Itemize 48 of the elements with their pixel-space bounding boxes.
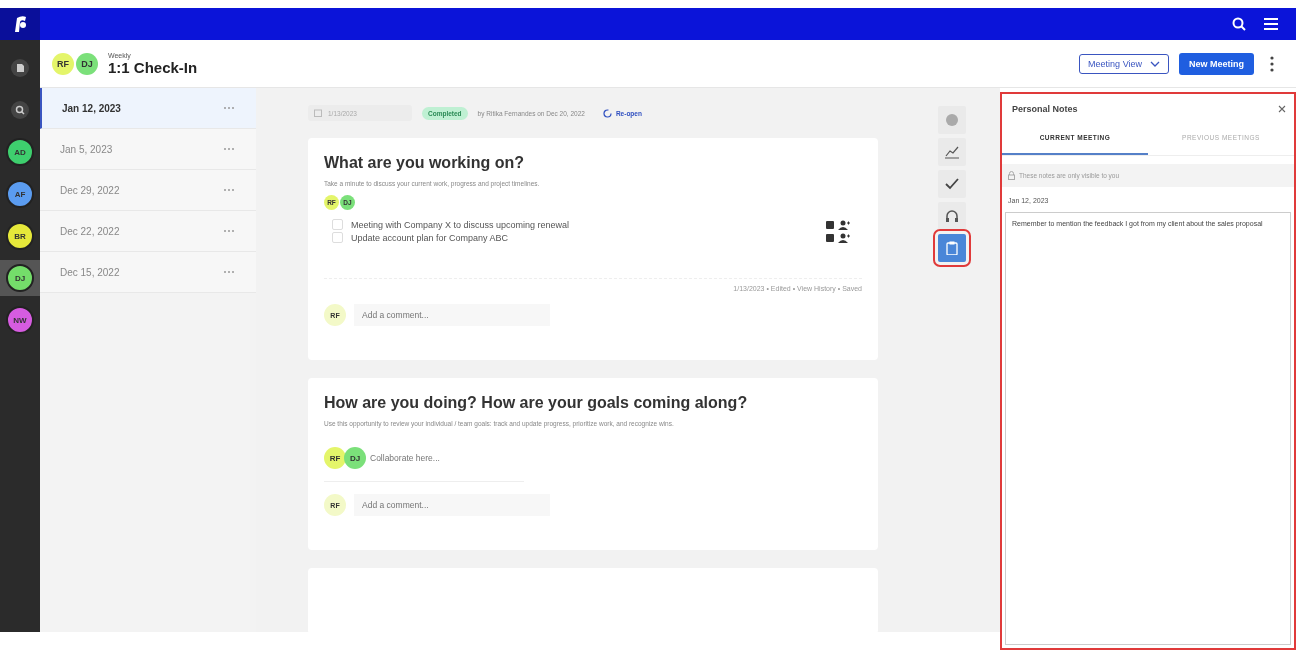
assign-user-icon[interactable] (838, 219, 850, 230)
avatar[interactable]: BR (6, 222, 34, 250)
avatar: RF (324, 447, 346, 469)
checkbox[interactable] (332, 232, 343, 243)
avatar: RF (52, 52, 74, 75)
task-text: Meeting with Company X to discuss upcoming renewal (351, 219, 571, 230)
document-icon[interactable] (11, 59, 29, 77)
avatar[interactable]: NW (6, 306, 34, 334)
checkbox[interactable] (332, 219, 343, 230)
meeting-title: 1:1 Check-In (108, 58, 198, 76)
meeting-date-item[interactable]: Jan 12, 2023 (40, 88, 256, 129)
search-icon[interactable] (1232, 17, 1246, 31)
assign-user-icon[interactable] (838, 232, 850, 243)
tool-button[interactable] (938, 202, 966, 230)
search-icon[interactable] (11, 101, 29, 119)
task-text: Update account plan for Company ABC (351, 232, 510, 243)
avatar[interactable]: DJ (6, 264, 34, 292)
comment-field[interactable]: Add a comment... (354, 304, 550, 326)
avatar[interactable]: AD (6, 138, 34, 166)
section-title: How are you doing? How are your goals coming along? (324, 394, 749, 412)
section-title: What are you working on? (324, 154, 525, 172)
trend-chart-icon (945, 145, 959, 159)
circle-icon (945, 113, 959, 127)
meeting-date-item[interactable]: Dec 29, 2022 (40, 170, 256, 211)
comment-field[interactable]: Add a comment... (354, 494, 550, 516)
close-icon[interactable] (1278, 105, 1286, 113)
avatar[interactable]: AF (6, 180, 34, 208)
meeting-date-item[interactable]: Dec 22, 2022 (40, 211, 256, 252)
checkmark-icon (945, 177, 959, 191)
calendar-icon (314, 109, 322, 117)
meeting-date-item[interactable]: Jan 5, 2023 (40, 129, 256, 170)
headset-icon (945, 209, 959, 223)
chevron-down-icon (1150, 60, 1160, 67)
tool-button[interactable] (938, 138, 966, 166)
new-meeting-button[interactable]: New Meeting (1179, 52, 1254, 75)
more-vertical-icon[interactable] (1270, 55, 1274, 72)
view-dropdown[interactable]: Meeting View (1079, 53, 1169, 74)
lock-icon (1008, 171, 1015, 180)
menu-icon[interactable] (1264, 18, 1278, 30)
meeting-date-item[interactable]: Dec 15, 2022 (40, 252, 256, 293)
clipboard-icon (945, 241, 959, 255)
logo-icon (12, 14, 28, 34)
tool-button[interactable] (938, 170, 966, 198)
avatar: DJ (76, 52, 98, 75)
refresh-icon (602, 108, 612, 118)
panel-title: Personal Notes (1012, 104, 1078, 114)
avatar: DJ (344, 447, 366, 469)
collaborate-field[interactable]: Collaborate here... (370, 453, 490, 463)
